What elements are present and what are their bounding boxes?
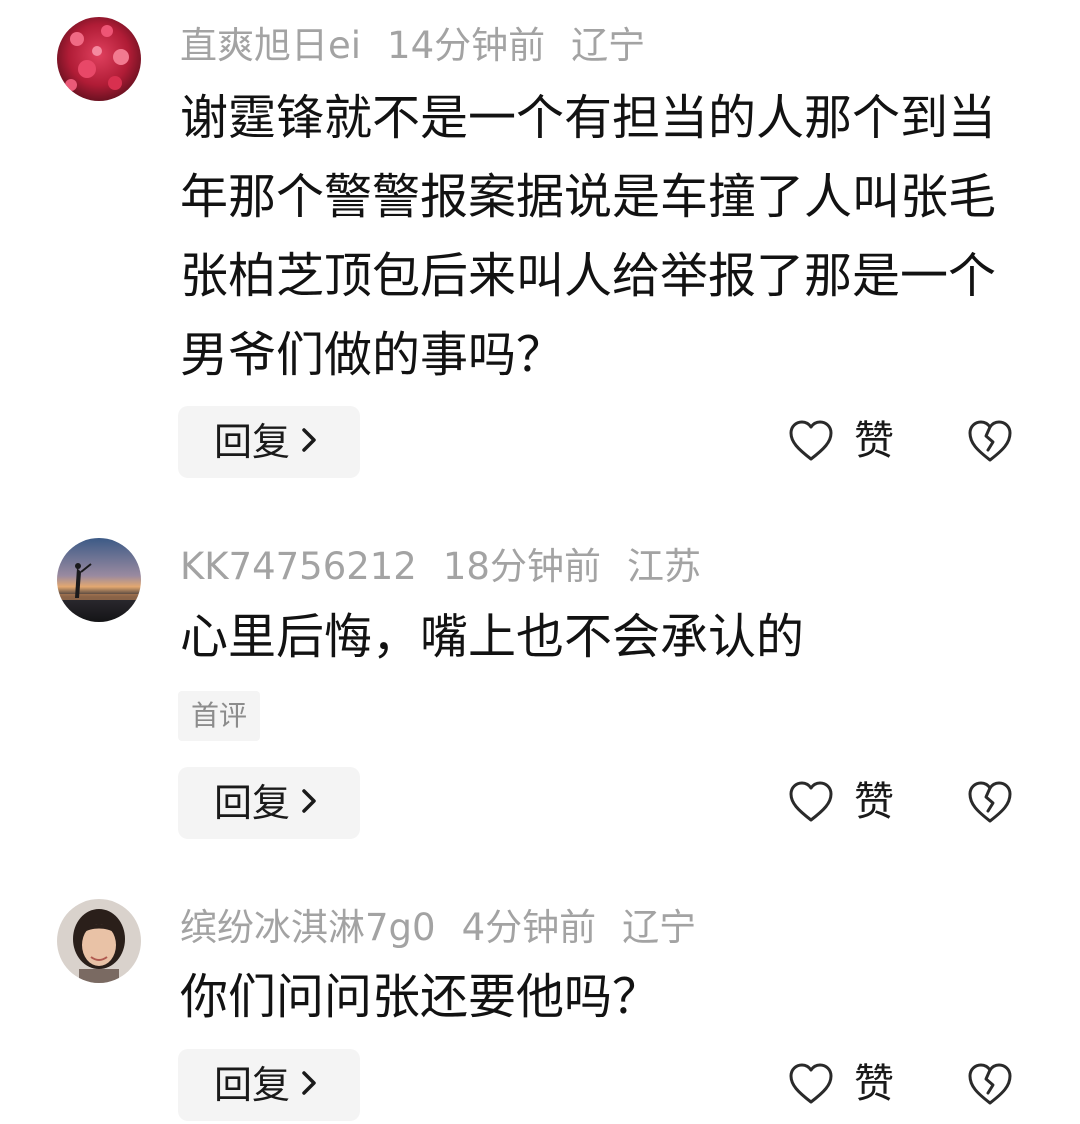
reply-button[interactable]: 回复 — [178, 1049, 360, 1121]
comment-username[interactable]: 缤纷冰淇淋7g0 — [180, 906, 436, 949]
reply-label: 回复 — [214, 1063, 291, 1107]
comment-text: 你们问问张还要他吗？ — [180, 969, 661, 1025]
like-button[interactable]: 赞 — [788, 1056, 908, 1116]
comment-location: 辽宁 — [622, 906, 697, 949]
heart-outline-icon — [789, 1063, 833, 1104]
like-label: 赞 — [854, 1061, 894, 1107]
avatar-image — [57, 899, 141, 983]
avatar[interactable] — [57, 899, 141, 983]
dislike-button[interactable] — [966, 1061, 1018, 1113]
broken-heart-icon — [968, 1063, 1012, 1105]
chevron-right-icon — [300, 1048, 318, 1120]
comment-item: 缤纷冰淇淋7g0 4分钟前 辽宁 你们问问张还要他吗？ 回复 赞 — [0, 0, 1080, 1121]
comment-time: 4分钟前 — [461, 906, 597, 949]
comment-meta: 缤纷冰淇淋7g0 4分钟前 辽宁 — [180, 909, 722, 946]
